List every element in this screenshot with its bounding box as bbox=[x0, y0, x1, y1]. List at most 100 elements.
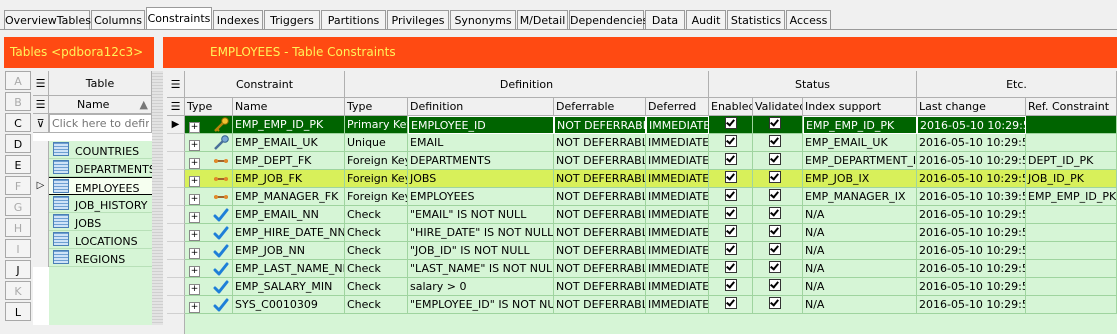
tab-access[interactable]: Access bbox=[786, 10, 831, 29]
splitter[interactable] bbox=[152, 71, 163, 325]
col-deferred-header[interactable]: Deferred bbox=[646, 98, 709, 116]
col-deferrable-header[interactable]: Deferrable bbox=[554, 98, 646, 116]
enabled-cell[interactable] bbox=[709, 188, 753, 206]
enabled-cell[interactable] bbox=[709, 134, 753, 152]
table-row[interactable]: + SYS_C0010309 Check "EMPLOYEE_ID" IS NOT N… bbox=[167, 296, 1117, 314]
validated-cell[interactable] bbox=[753, 116, 803, 134]
grid-menu-icon[interactable]: ☰ bbox=[33, 96, 49, 114]
expand-icon[interactable]: + bbox=[189, 158, 200, 169]
enabled-cell[interactable] bbox=[709, 170, 753, 188]
table-row[interactable]: + EMP_HIRE_DATE_NN Check "HIRE_DATE" IS NOT… bbox=[167, 224, 1117, 242]
expand-icon[interactable]: + bbox=[189, 230, 200, 241]
validated-checkbox[interactable] bbox=[769, 135, 781, 147]
validated-cell[interactable] bbox=[753, 260, 803, 278]
table-row[interactable]: + EMP_LAST_NAME_NN Check "LAST_NAME" IS NOT… bbox=[167, 260, 1117, 278]
col-name-header[interactable]: Name ▲ bbox=[49, 96, 152, 114]
enabled-checkbox[interactable] bbox=[725, 225, 737, 237]
table-row[interactable]: COUNTRIES bbox=[49, 141, 152, 159]
table-row[interactable]: REGIONS bbox=[49, 249, 152, 267]
enabled-cell[interactable] bbox=[709, 206, 753, 224]
letter-h[interactable]: H bbox=[5, 218, 31, 237]
tab-statistics[interactable]: Statistics bbox=[727, 10, 785, 29]
expand-icon[interactable]: + bbox=[189, 302, 200, 313]
validated-cell[interactable] bbox=[753, 152, 803, 170]
tab-m-detail[interactable]: M/Detail bbox=[517, 10, 568, 29]
validated-cell[interactable] bbox=[753, 134, 803, 152]
tab-indexes[interactable]: Indexes bbox=[213, 10, 263, 29]
validated-cell[interactable] bbox=[753, 278, 803, 296]
tab-audit[interactable]: Audit bbox=[686, 10, 726, 29]
col-ctype-header[interactable]: Type bbox=[345, 98, 408, 116]
table-row[interactable]: + EMP_SALARY_MIN Check salary > 0 NOT DEFERR… bbox=[167, 278, 1117, 296]
table-row[interactable]: DEPARTMENTS bbox=[49, 159, 152, 177]
expand-icon[interactable]: + bbox=[189, 212, 200, 223]
tab-partitions[interactable]: Partitions bbox=[321, 10, 386, 29]
letter-g[interactable]: G bbox=[5, 197, 31, 216]
enabled-checkbox[interactable] bbox=[725, 189, 737, 201]
expand-icon[interactable]: + bbox=[189, 266, 200, 277]
validated-checkbox[interactable] bbox=[769, 117, 781, 129]
table-row[interactable]: + EMP_DEPT_FK Foreign Key DEPARTMENTS NOT DE… bbox=[167, 152, 1117, 170]
enabled-checkbox[interactable] bbox=[725, 135, 737, 147]
table-row[interactable]: EMPLOYEES bbox=[49, 177, 152, 195]
tab-triggers[interactable]: Triggers bbox=[264, 10, 320, 29]
validated-checkbox[interactable] bbox=[769, 207, 781, 219]
tab-overviewtables[interactable]: OverviewTables bbox=[4, 10, 91, 29]
enabled-checkbox[interactable] bbox=[725, 153, 737, 165]
enabled-cell[interactable] bbox=[709, 152, 753, 170]
enabled-checkbox[interactable] bbox=[725, 171, 737, 183]
table-row[interactable]: + EMP_EMAIL_NN Check "EMAIL" IS NOT NULL NOT… bbox=[167, 206, 1117, 224]
enabled-cell[interactable] bbox=[709, 116, 753, 134]
letter-k[interactable]: K bbox=[5, 281, 31, 300]
validated-cell[interactable] bbox=[753, 206, 803, 224]
validated-cell[interactable] bbox=[753, 188, 803, 206]
col-enabled-header[interactable]: Enabled bbox=[709, 98, 753, 116]
expand-icon[interactable]: + bbox=[189, 176, 200, 187]
col-validated-header[interactable]: Validated bbox=[753, 98, 803, 116]
col-type-header[interactable]: Type bbox=[185, 98, 233, 116]
tab-synonyms[interactable]: Synonyms bbox=[450, 10, 516, 29]
validated-checkbox[interactable] bbox=[769, 279, 781, 291]
validated-cell[interactable] bbox=[753, 170, 803, 188]
col-definition-header[interactable]: Definition bbox=[408, 98, 554, 116]
table-row[interactable]: + EMP_JOB_FK Foreign Key JOBS NOT DEFERRABLE… bbox=[167, 170, 1117, 188]
col-ref-constraint-header[interactable]: Ref. Constraint bbox=[1026, 98, 1117, 116]
table-row[interactable]: + EMP_EMAIL_UK Unique EMAIL NOT DEFERRABLE IM… bbox=[167, 134, 1117, 152]
expand-icon[interactable]: + bbox=[189, 284, 200, 295]
tab-dependencies[interactable]: Dependencies bbox=[569, 10, 648, 29]
enabled-checkbox[interactable] bbox=[725, 279, 737, 291]
expand-icon[interactable]: + bbox=[189, 122, 200, 133]
col-last-change-header[interactable]: Last change bbox=[917, 98, 1026, 116]
filter-icon[interactable]: ⊽ bbox=[33, 114, 49, 133]
enabled-checkbox[interactable] bbox=[725, 207, 737, 219]
enabled-checkbox[interactable] bbox=[725, 117, 737, 129]
expand-icon[interactable]: + bbox=[189, 194, 200, 205]
enabled-checkbox[interactable] bbox=[725, 297, 737, 309]
validated-checkbox[interactable] bbox=[769, 297, 781, 309]
validated-checkbox[interactable] bbox=[769, 153, 781, 165]
tab-constraints[interactable]: Constraints bbox=[146, 7, 212, 30]
letter-a[interactable]: A bbox=[5, 71, 31, 90]
enabled-cell[interactable] bbox=[709, 260, 753, 278]
validated-cell[interactable] bbox=[753, 296, 803, 314]
table-row[interactable]: ▶ + EMP_EMP_ID_PK Primary Key EMPLOYEE_ID NOT… bbox=[167, 116, 1117, 134]
letter-b[interactable]: B bbox=[5, 92, 31, 111]
table-row[interactable]: JOB_HISTORY bbox=[49, 195, 152, 213]
tab-data[interactable]: Data bbox=[645, 10, 685, 29]
tab-columns[interactable]: Columns bbox=[91, 10, 145, 29]
col-name-header[interactable]: Name bbox=[233, 98, 345, 116]
validated-checkbox[interactable] bbox=[769, 243, 781, 255]
validated-checkbox[interactable] bbox=[769, 261, 781, 273]
col-index-support-header[interactable]: Index support bbox=[803, 98, 917, 116]
letter-c[interactable]: C bbox=[5, 113, 31, 132]
enabled-checkbox[interactable] bbox=[725, 243, 737, 255]
expand-icon[interactable]: + bbox=[189, 248, 200, 259]
grid-menu-icon[interactable]: ☰ bbox=[167, 98, 185, 116]
validated-cell[interactable] bbox=[753, 224, 803, 242]
letter-f[interactable]: F bbox=[5, 176, 31, 195]
enabled-checkbox[interactable] bbox=[725, 261, 737, 273]
tab-privileges[interactable]: Privileges bbox=[387, 10, 449, 29]
enabled-cell[interactable] bbox=[709, 224, 753, 242]
table-row[interactable]: + EMP_MANAGER_FK Foreign Key EMPLOYEES NOT D… bbox=[167, 188, 1117, 206]
letter-e[interactable]: E bbox=[5, 155, 31, 174]
